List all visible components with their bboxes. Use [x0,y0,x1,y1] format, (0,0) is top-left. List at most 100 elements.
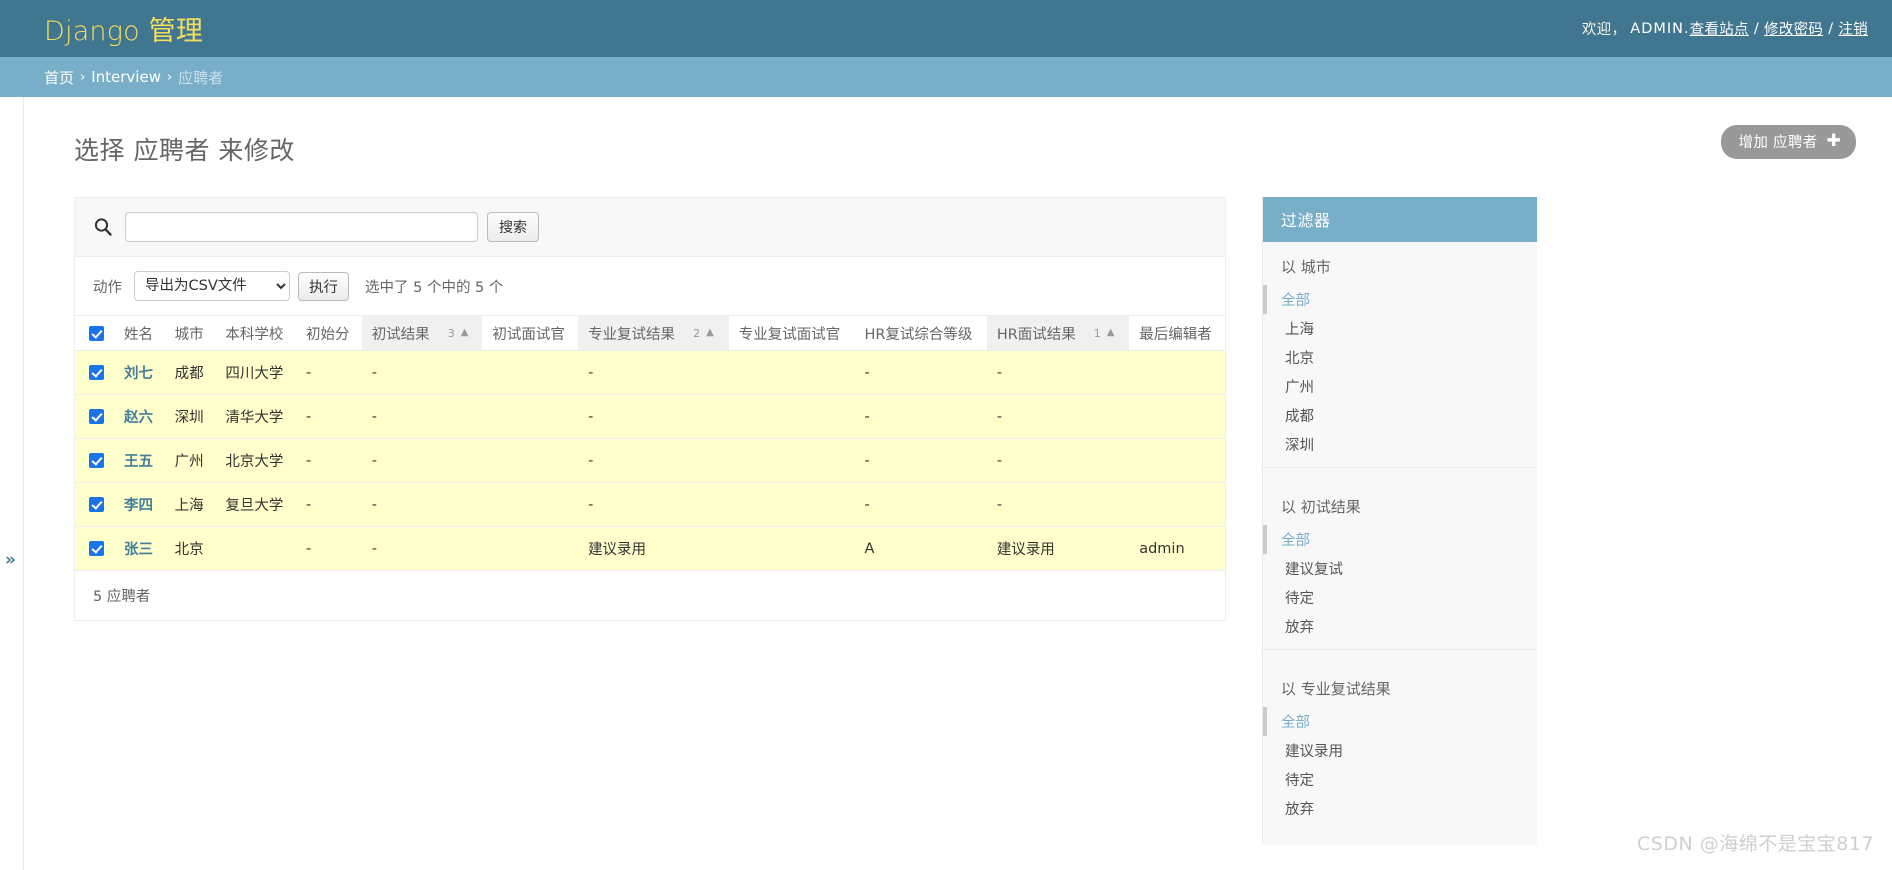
filter-choice[interactable]: 待定 [1263,583,1537,612]
filter-choice[interactable]: 待定 [1263,765,1537,794]
filter-choice-link[interactable]: 建议录用 [1285,744,1343,760]
results-table-body: 刘七 成都 四川大学 - - - - - 赵六 深圳 清华大学 - - - - - 王五 广州 北京大学 - - - - - 李… [75,350,1225,571]
row-checkbox[interactable] [89,453,104,468]
column-header-first-result[interactable]: 初试结果 3 ▲ [361,315,483,351]
row-cell-city: 北京 [164,526,216,571]
welcome-text: 欢迎， [1581,22,1627,38]
view-site-link[interactable]: 查看站点 [1690,18,1749,39]
row-cell-initial-score: - [296,482,362,527]
filter-choice[interactable]: 放弃 [1263,794,1537,823]
page-title: 选择 应聘者 来修改 [74,136,295,165]
filter-choice[interactable]: 成都 [1263,401,1537,430]
row-cell-first-result: - [361,394,483,439]
filter-choice-link[interactable]: 全部 [1281,715,1310,731]
search-button[interactable]: 搜索 [487,212,539,242]
row-cell-city: 深圳 [164,394,216,439]
logout-link[interactable]: 注销 [1838,18,1868,39]
row-checkbox[interactable] [89,365,104,380]
filter-choice-link[interactable]: 待定 [1285,773,1314,789]
filter-choice[interactable]: 广州 [1263,372,1537,401]
breadcrumb-home[interactable]: 首页 [44,67,74,88]
filter-choice-link[interactable]: 上海 [1285,322,1314,338]
filter-choice[interactable]: 放弃 [1263,612,1537,641]
column-header-hr-result[interactable]: HR面试结果 1 ▲ [986,315,1130,351]
column-header-hr-grade[interactable]: HR复试综合等级 [854,315,987,351]
column-label-hr-result: HR面试结果 [996,326,1076,343]
row-cell-second-result: 建议录用 [578,526,729,571]
row-cell-first-result: - [361,526,483,571]
filter-choice[interactable]: 建议录用 [1263,736,1537,765]
filter-choice-link[interactable]: 放弃 [1285,620,1314,636]
row-cell-initial-score: - [296,394,362,439]
row-cell-hr-result: - [986,394,1130,439]
row-cell-school [215,526,297,571]
filter-choice[interactable]: 深圳 [1263,430,1537,459]
row-checkbox[interactable] [89,541,104,556]
row-name-link[interactable]: 赵六 [124,410,153,426]
column-header-second-interviewer[interactable]: 专业复试面试官 [728,315,855,351]
search-input[interactable] [125,212,478,242]
column-header-city[interactable]: 城市 [164,315,216,351]
column-header-select-all [75,315,114,351]
row-select-cell [75,526,114,571]
column-header-first-interviewer[interactable]: 初试面试官 [482,315,579,351]
row-cell-first-interviewer [482,438,579,483]
results-table: 姓名 城市 本科学校 初始分 初试结果 3 ▲ 初试面试官 专业复试结果 2 ▲… [75,315,1225,571]
filter-choice[interactable]: 建议复试 [1263,554,1537,583]
row-name-link[interactable]: 刘七 [124,366,153,382]
filter-choice[interactable]: 全部 [1263,707,1537,736]
column-header-initial-score[interactable]: 初始分 [296,315,362,351]
row-cell-hr-result: - [986,482,1130,527]
filter-choice-link[interactable]: 放弃 [1285,802,1314,818]
filter-choice[interactable]: 北京 [1263,343,1537,372]
row-cell-last-editor [1129,350,1225,395]
filter-choice-link[interactable]: 成都 [1285,409,1314,425]
row-select-cell [75,394,114,439]
row-select-cell [75,350,114,395]
row-checkbox[interactable] [89,409,104,424]
column-label-last-editor: 最后编辑者 [1139,326,1212,343]
filter-choice-link[interactable]: 深圳 [1285,438,1314,454]
filter-choice-list: 全部建议复试待定放弃 [1263,525,1537,650]
breadcrumb: 首页 › Interview › 应聘者 [0,57,1892,97]
main-region: » 增加 应聘者 ✚ 选择 应聘者 来修改 搜索 动作 导出为CSV文件 执行 … [0,97,1892,870]
row-name-link[interactable]: 李四 [124,498,153,514]
search-toolbar: 搜索 [74,197,1226,256]
filter-choice-link[interactable]: 北京 [1285,351,1314,367]
row-cell-school: 清华大学 [215,394,297,439]
row-checkbox[interactable] [89,497,104,512]
filter-choice-link[interactable]: 全部 [1281,293,1310,309]
filter-choice-link[interactable]: 建议复试 [1285,562,1343,578]
filter-choice-link[interactable]: 待定 [1285,591,1314,607]
column-header-last-editor[interactable]: 最后编辑者 [1129,315,1225,351]
admin-page: Django 管理 欢迎， ADMIN. 查看站点 / 修改密码 / 注销 首页… [0,0,1892,870]
column-label-second-interviewer: 专业复试面试官 [738,326,841,343]
row-name-link[interactable]: 王五 [124,454,153,470]
filter-sidebar-title: 过滤器 [1263,197,1537,242]
filter-group-title: 以 初试结果 [1281,498,1361,516]
action-go-button[interactable]: 执行 [298,271,349,301]
filter-choice[interactable]: 全部 [1263,525,1537,554]
add-applicant-button[interactable]: 增加 应聘者 ✚ [1720,125,1856,159]
filter-choice-list: 全部上海北京广州成都深圳 [1263,285,1537,468]
filter-choice-link[interactable]: 广州 [1285,380,1314,396]
row-cell-second-result: - [578,482,729,527]
chevron-double-right-icon: » [5,550,16,570]
filter-choice[interactable]: 上海 [1263,314,1537,343]
change-password-link[interactable]: 修改密码 [1764,18,1823,39]
row-cell-first-interviewer [482,526,579,571]
filter-choice[interactable]: 全部 [1263,285,1537,314]
select-all-checkbox[interactable] [89,325,104,341]
column-header-second-result[interactable]: 专业复试结果 2 ▲ [578,315,729,351]
row-name-link[interactable]: 张三 [124,542,153,558]
nav-sidebar-toggle[interactable]: » [0,97,24,870]
action-select[interactable]: 导出为CSV文件 [134,271,290,301]
user-tools-separator-2: / [1828,20,1834,37]
column-header-name[interactable]: 姓名 [114,315,165,351]
column-header-school[interactable]: 本科学校 [215,315,297,351]
action-counter: 选中了 5 个中的 5 个 [365,279,504,296]
user-tools-separator-1: / [1753,20,1759,37]
filter-choice-link[interactable]: 全部 [1281,533,1310,549]
breadcrumb-interview[interactable]: Interview [91,68,161,86]
column-label-initial-score: 初始分 [306,326,350,343]
